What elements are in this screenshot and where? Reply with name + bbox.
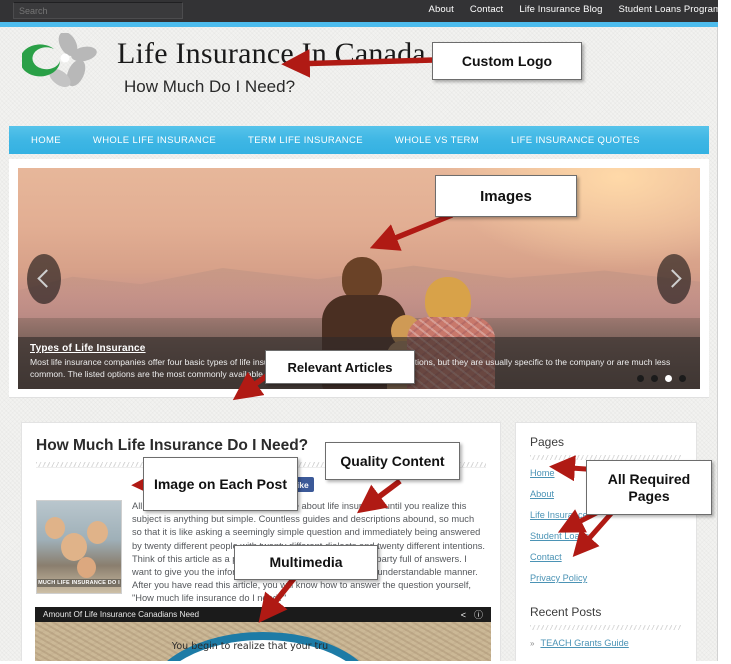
recent-posts-list: » TEACH Grants Guide — [530, 638, 682, 648]
green-leaf-flower-logo-icon[interactable] — [20, 31, 106, 91]
video-overlay-text: You begin to realize that your tru — [171, 641, 329, 652]
share-icon[interactable]: < — [461, 610, 466, 620]
chevron-left-icon — [36, 269, 56, 288]
top-nav-item-about[interactable]: About — [429, 4, 454, 15]
chevron-right-icon — [662, 269, 682, 288]
browser-screenshot: About Contact Life Insurance Blog Studen… — [0, 0, 731, 664]
callout-image-on-each-post: Image on Each Post — [143, 457, 298, 511]
window-right-margin — [718, 0, 731, 664]
top-nav-links: About Contact Life Insurance Blog Studen… — [429, 4, 721, 15]
main-nav-item-whole-life-insurance[interactable]: WHOLE LIFE INSURANCE — [77, 135, 232, 146]
recent-post-teach-grants-guide[interactable]: TEACH Grants Guide — [540, 638, 628, 648]
widget-divider-recent-posts — [530, 625, 682, 630]
main-nav-item-term-life-insurance[interactable]: TERM LIFE INSURANCE — [232, 135, 379, 146]
main-nav-item-life-insurance-quotes[interactable]: LIFE INSURANCE QUOTES — [495, 135, 656, 146]
top-utility-bar: About Contact Life Insurance Blog Studen… — [0, 0, 731, 22]
top-nav-item-contact[interactable]: Contact — [470, 4, 503, 15]
main-nav-item-whole-vs-term[interactable]: WHOLE VS TERM — [379, 135, 495, 146]
sidebar-page-student-loans[interactable]: Student Loans — [530, 531, 682, 541]
widget-title-pages: Pages — [530, 435, 565, 449]
slider-pagination-dots — [637, 375, 686, 382]
callout-multimedia: Multimedia — [234, 545, 378, 580]
site-tagline: How Much Do I Need? — [124, 77, 296, 96]
top-nav-item-student-loans-program[interactable]: Student Loans Program — [619, 4, 721, 15]
site-title[interactable]: Life Insurance In Canada — [117, 37, 426, 71]
callout-custom-logo: Custom Logo — [432, 42, 582, 80]
info-icon[interactable]: ⓘ — [474, 608, 483, 621]
sidebar: Pages Home About Life Insurance Student … — [515, 422, 697, 664]
site-masthead: Life Insurance In Canada How Much Do I N… — [0, 27, 716, 100]
post-featured-image[interactable]: MUCH LIFE INSURANCE DO I — [36, 500, 122, 594]
callout-all-required-pages: All Required Pages — [586, 460, 712, 515]
video-title: Amount Of Life Insurance Canadians Need — [43, 610, 200, 619]
callout-images: Images — [435, 175, 577, 217]
callout-quality-content: Quality Content — [325, 442, 460, 480]
slider-dot-2[interactable] — [651, 375, 658, 382]
slider-dot-1[interactable] — [637, 375, 644, 382]
video-frame: You begin to realize that your tru — [35, 622, 491, 664]
callout-relevant-articles: Relevant Articles — [265, 350, 415, 384]
widget-title-recent-posts: Recent Posts — [530, 605, 602, 619]
bullet-icon: » — [530, 639, 535, 648]
slider-next-button[interactable] — [657, 253, 691, 304]
video-player[interactable]: Amount Of Life Insurance Canadians Need … — [35, 607, 491, 664]
slider-prev-button[interactable] — [27, 253, 61, 304]
slider-dot-4[interactable] — [679, 375, 686, 382]
sidebar-page-privacy-policy[interactable]: Privacy Policy — [530, 573, 682, 583]
main-navigation: HOME WHOLE LIFE INSURANCE TERM LIFE INSU… — [9, 126, 709, 154]
video-controls: < ⓘ — [461, 608, 483, 621]
list-item: » TEACH Grants Guide — [530, 638, 682, 648]
video-title-bar: Amount Of Life Insurance Canadians Need … — [35, 607, 491, 622]
search-input[interactable] — [13, 2, 183, 19]
main-nav-item-home[interactable]: HOME — [9, 135, 77, 146]
slider-dot-3[interactable] — [665, 375, 672, 382]
top-nav-item-life-insurance-blog[interactable]: Life Insurance Blog — [519, 4, 602, 15]
sidebar-page-contact[interactable]: Contact — [530, 552, 682, 562]
post-image-caption: MUCH LIFE INSURANCE DO I — [37, 579, 121, 587]
